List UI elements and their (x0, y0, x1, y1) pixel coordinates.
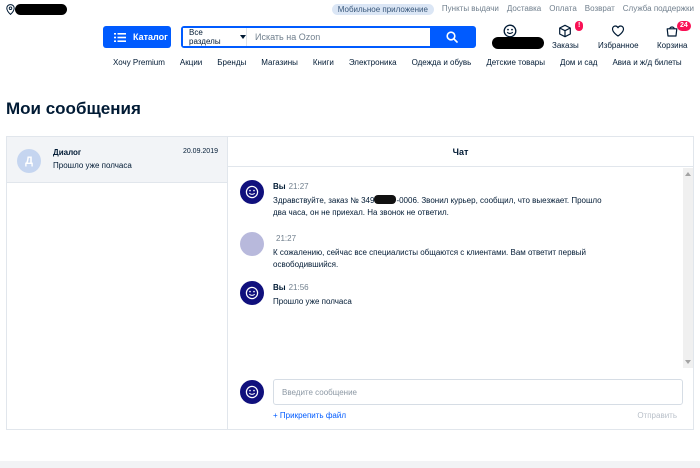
orders-badge: ! (575, 21, 584, 31)
nav-item-stores[interactable]: Магазины (261, 58, 298, 67)
smiley-icon (245, 185, 259, 199)
scroll-up-arrow-icon[interactable] (685, 172, 691, 176)
orders-button[interactable]: Заказы ! (552, 21, 584, 50)
dialog-item[interactable]: Д Диалог 20.09.2019 Прошло уже полчаса (7, 137, 227, 183)
nav-item-tickets[interactable]: Авиа и ж/д билеты (612, 58, 681, 67)
message-text: Прошло уже полчаса (273, 297, 352, 306)
dialog-name: Диалог (53, 148, 82, 157)
smiley-icon (245, 385, 259, 399)
chat-panel: Чат Вы 21:27 Здравствуйте, заказ № 349 -00… (227, 136, 694, 430)
top-link-payment[interactable]: Оплата (549, 4, 577, 15)
profile-name-redacted[interactable] (492, 37, 544, 49)
cart-button[interactable]: Корзина 24 (657, 21, 691, 50)
top-link-pickup-points[interactable]: Пункты выдачи (442, 4, 499, 15)
chevron-down-icon (240, 35, 246, 39)
message-header: 21:27 (273, 234, 296, 243)
catalog-label: Каталог (133, 32, 168, 42)
smiley-icon (245, 286, 259, 300)
cart-label: Корзина (657, 41, 688, 50)
catalog-button[interactable]: Каталог (103, 26, 171, 48)
dialog-date: 20.09.2019 (182, 148, 218, 155)
nav-item-premium[interactable]: Хочу Premium (113, 58, 165, 67)
chat-title: Чат (228, 137, 693, 167)
avatar (240, 180, 264, 204)
nav-item-sales[interactable]: Акции (180, 58, 202, 67)
search-bar: Все разделы (181, 26, 476, 48)
nav-item-kids[interactable]: Детские товары (486, 58, 545, 67)
message-time: 21:56 (288, 283, 309, 292)
city-redacted[interactable] (15, 4, 67, 15)
top-link-delivery[interactable]: Доставка (507, 4, 541, 15)
cart-badge: 24 (677, 21, 691, 31)
message-text-start: Здравствуйте, заказ № 349 (273, 196, 375, 205)
orders-label: Заказы (552, 41, 579, 50)
heart-icon (612, 25, 625, 37)
page-title: Мои сообщения (6, 99, 141, 118)
top-link-mobile-app[interactable]: Мобильное приложение (331, 4, 434, 15)
message-text: Здравствуйте, заказ № 349 -0006. Звонил к… (273, 195, 603, 219)
nav-item-brands[interactable]: Бренды (217, 58, 246, 67)
send-button[interactable]: Отправить (637, 411, 677, 420)
message-time: 21:27 (288, 182, 309, 191)
avatar (240, 232, 264, 256)
smiley-icon (503, 24, 517, 38)
avatar (240, 380, 264, 404)
message-author: Вы (273, 283, 286, 292)
catalog-menu-icon (114, 32, 126, 42)
attach-file-link[interactable]: + Прикрепить файл (273, 411, 346, 420)
message-time: 21:27 (276, 234, 297, 243)
favorites-button[interactable]: Избранное (598, 24, 639, 50)
message-input[interactable] (273, 379, 683, 405)
order-number-redacted (374, 195, 397, 204)
search-input[interactable] (247, 28, 430, 46)
location-pin-icon[interactable] (6, 4, 15, 15)
category-nav: Хочу Premium Акции Бренды Магазины Книги… (113, 58, 682, 67)
message-list: Вы 21:27 Здравствуйте, заказ № 349 -0006. … (228, 168, 683, 368)
box-icon (559, 24, 572, 38)
top-link-support[interactable]: Служба поддержки (623, 4, 694, 15)
dialog-list: Д Диалог 20.09.2019 Прошло уже полчаса (6, 136, 227, 430)
message-text: К сожалению, сейчас все специалисты обща… (273, 248, 587, 269)
top-link-return[interactable]: Возврат (585, 4, 615, 15)
search-icon (446, 31, 458, 43)
nav-item-home[interactable]: Дом и сад (560, 58, 598, 67)
message-author: Вы (273, 182, 286, 191)
nav-item-electronics[interactable]: Электроника (349, 58, 397, 67)
message-header: Вы 21:27 (273, 182, 309, 191)
message-header: Вы 21:56 (273, 283, 309, 292)
scroll-down-arrow-icon[interactable] (685, 360, 691, 364)
search-category-label: Все разделы (189, 28, 221, 46)
search-category-select[interactable]: Все разделы (183, 28, 247, 46)
search-button[interactable] (430, 28, 474, 46)
nav-item-clothes[interactable]: Одежда и обувь (412, 58, 472, 67)
favorites-label: Избранное (598, 41, 639, 50)
top-links: Мобильное приложение Пункты выдачи Доста… (331, 4, 694, 15)
avatar: Д (17, 149, 41, 173)
top-bar: Мобильное приложение Пункты выдачи Доста… (0, 0, 700, 20)
nav-item-books[interactable]: Книги (313, 58, 334, 67)
dialog-preview: Прошло уже полчаса (53, 161, 132, 170)
avatar (240, 281, 264, 305)
page-footer-strip (0, 461, 700, 468)
chat-scrollbar[interactable] (683, 168, 693, 368)
